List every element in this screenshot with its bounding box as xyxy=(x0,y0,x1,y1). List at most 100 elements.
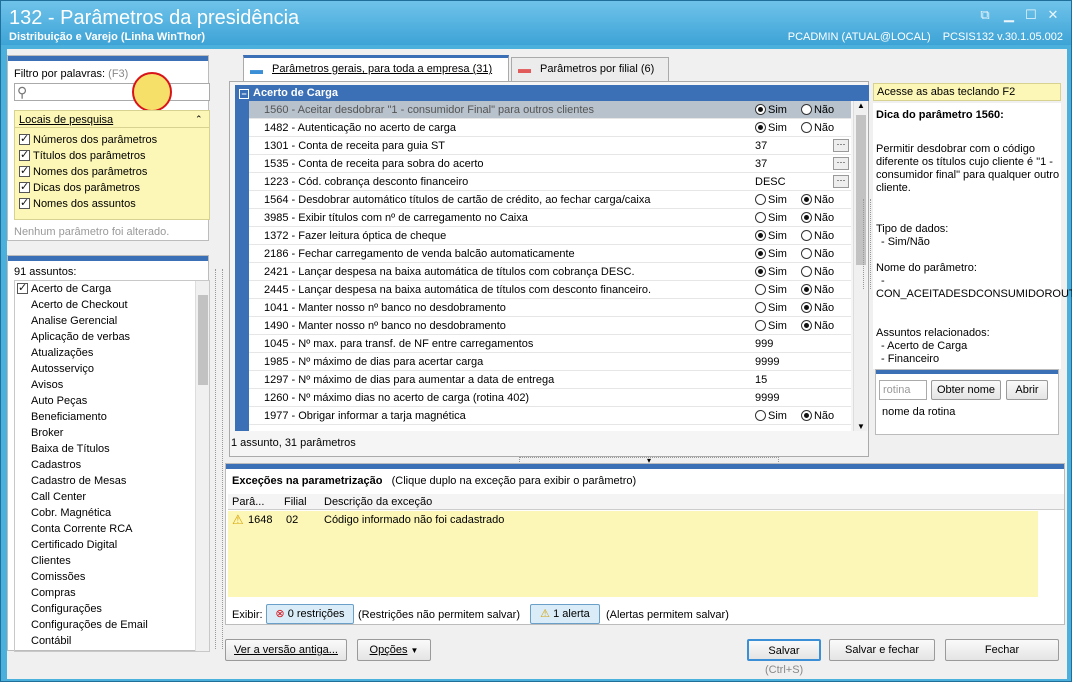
tab-parametros-filial[interactable]: ▬ Parâmetros por filial (6) xyxy=(511,57,669,81)
subject-item[interactable]: Configurações de Email xyxy=(17,619,148,631)
help-icon[interactable]: ⧉ xyxy=(975,7,995,23)
param-row[interactable]: 1560 - Aceitar desdobrar "1 - consumidor… xyxy=(249,101,851,119)
subject-item[interactable]: Auto Peças xyxy=(17,395,87,407)
ellipsis-button[interactable]: ··· xyxy=(833,139,849,152)
radio-nao[interactable] xyxy=(800,122,812,133)
close-button[interactable]: Fechar xyxy=(945,639,1059,661)
help-splitter[interactable] xyxy=(863,199,871,289)
rotina-input[interactable]: rotina xyxy=(879,380,927,400)
radio-sim[interactable] xyxy=(755,410,766,421)
collapse-group-icon[interactable]: − xyxy=(239,89,249,99)
subject-item[interactable]: Avisos xyxy=(17,379,63,391)
radio-nao[interactable] xyxy=(800,212,812,223)
radio-nao[interactable] xyxy=(800,284,812,295)
param-row[interactable]: 2186 - Fechar carregamento de venda balc… xyxy=(249,245,851,263)
radio-sim[interactable] xyxy=(755,248,766,259)
param-row[interactable]: 1041 - Manter nosso nº banco no desdobra… xyxy=(249,299,851,317)
param-row[interactable]: 1297 - Nº máximo de dias para aumentar a… xyxy=(249,371,851,389)
subject-item[interactable]: Acerto de Checkout xyxy=(17,299,128,311)
radio-nao[interactable] xyxy=(800,266,812,277)
param-row[interactable]: 1482 - Autenticação no acerto de carga Si… xyxy=(249,119,851,137)
subject-item[interactable]: Atualizações xyxy=(17,347,93,359)
subject-item[interactable]: Conta Corrente RCA xyxy=(17,523,133,535)
radio-nao[interactable] xyxy=(800,104,812,115)
subject-item[interactable]: Configurações xyxy=(17,603,102,615)
scroll-down-icon[interactable]: ▼ xyxy=(857,422,865,431)
subject-item[interactable]: Beneficiamento xyxy=(17,411,107,423)
subject-item[interactable]: Acerto de Carga xyxy=(17,281,111,295)
radio-sim[interactable] xyxy=(755,302,766,313)
collapse-icon[interactable]: ⌃ xyxy=(195,114,203,125)
param-row[interactable]: 2421 - Lançar despesa na baixa automátic… xyxy=(249,263,851,281)
subject-item[interactable]: Compras xyxy=(17,587,76,599)
scroll-up-icon[interactable]: ▲ xyxy=(857,101,865,110)
radio-sim[interactable] xyxy=(755,212,766,223)
param-row[interactable]: 1301 - Conta de receita para guia ST 37 ··… xyxy=(249,137,851,155)
param-row[interactable]: 1490 - Manter nosso nº banco no desdobra… xyxy=(249,317,851,335)
radio-sim[interactable] xyxy=(755,230,766,241)
param-value[interactable]: DESC xyxy=(755,173,786,191)
col-filial[interactable]: Filial xyxy=(284,496,307,508)
subject-item[interactable]: Autosserviço xyxy=(17,363,94,375)
option-dicas[interactable]: Dicas dos parâmetros xyxy=(19,180,140,194)
param-radio-group[interactable]: Sim Não xyxy=(755,227,834,245)
radio-sim[interactable] xyxy=(755,194,766,205)
col-param[interactable]: Parâ... xyxy=(232,496,264,508)
save-button[interactable]: Salvar xyxy=(747,639,821,661)
tab-parametros-gerais[interactable]: ▬ Parâmetros gerais, para toda a empresa… xyxy=(243,55,509,81)
param-value[interactable]: 999 xyxy=(755,335,773,353)
subject-item[interactable]: Cadastro de Mesas xyxy=(17,475,126,487)
param-radio-group[interactable]: Sim Não xyxy=(755,101,834,119)
param-radio-group[interactable]: Sim Não xyxy=(755,191,834,209)
param-radio-group[interactable]: Sim Não xyxy=(755,209,834,227)
radio-nao[interactable] xyxy=(800,302,812,313)
subjects-scrollbar[interactable] xyxy=(195,281,209,651)
ellipsis-button[interactable]: ··· xyxy=(833,175,849,188)
radio-nao[interactable] xyxy=(800,410,812,421)
param-radio-group[interactable]: Sim Não xyxy=(755,263,834,281)
param-value[interactable]: 37 xyxy=(755,155,767,173)
param-radio-group[interactable]: Sim Não xyxy=(755,281,834,299)
option-assuntos[interactable]: Nomes dos assuntos xyxy=(19,196,136,210)
option-titulos[interactable]: Títulos dos parâmetros xyxy=(19,148,146,162)
col-description[interactable]: Descrição da exceção xyxy=(324,496,432,508)
subject-item[interactable]: Call Center xyxy=(17,491,86,503)
exception-row[interactable]: ⚠ 1648 02 Código informado não foi cadas… xyxy=(228,511,1038,529)
subject-item[interactable]: Baixa de Títulos xyxy=(17,443,110,455)
filter-input[interactable]: ⚲ xyxy=(14,83,210,101)
option-numeros[interactable]: Números dos parâmetros xyxy=(19,132,157,146)
param-radio-group[interactable]: Sim Não xyxy=(755,407,834,425)
param-row[interactable]: 1260 - Nº máximo dias no acerto de carga… xyxy=(249,389,851,407)
close-icon[interactable]: ✕ xyxy=(1043,7,1063,23)
restricoes-button[interactable]: ⊗ 0 restrições xyxy=(266,604,354,624)
maximize-icon[interactable]: ☐ xyxy=(1021,7,1041,23)
save-close-button[interactable]: Salvar e fechar xyxy=(829,639,935,661)
param-row[interactable]: 1535 - Conta de receita para sobra do ac… xyxy=(249,155,851,173)
radio-sim[interactable] xyxy=(755,284,766,295)
minimize-icon[interactable]: ▁ xyxy=(999,7,1019,23)
old-version-button[interactable]: Ver a versão antiga... xyxy=(225,639,347,661)
param-radio-group[interactable]: Sim Não xyxy=(755,317,834,335)
subject-item[interactable]: Contábil xyxy=(17,635,71,647)
param-row[interactable]: 1372 - Fazer leitura óptica de cheque Sim… xyxy=(249,227,851,245)
param-radio-group[interactable]: Sim Não xyxy=(755,299,834,317)
subject-item[interactable]: Cobr. Magnética xyxy=(17,507,111,519)
subject-item[interactable]: Cadastros xyxy=(17,459,81,471)
subject-item[interactable]: Comissões xyxy=(17,571,85,583)
options-button[interactable]: Opções ▼ xyxy=(357,639,431,661)
radio-sim[interactable] xyxy=(755,122,766,133)
option-nomes[interactable]: Nomes dos parâmetros xyxy=(19,164,147,178)
radio-nao[interactable] xyxy=(800,194,812,205)
param-row[interactable]: 1977 - Obrigar informar a tarja magnétic… xyxy=(249,407,851,425)
group-header[interactable]: − Acerto de Carga xyxy=(235,85,869,101)
subject-item[interactable]: Aplicação de verbas xyxy=(17,331,130,343)
subject-item[interactable]: Clientes xyxy=(17,555,71,567)
radio-sim[interactable] xyxy=(755,266,766,277)
subject-item[interactable]: Certificado Digital xyxy=(17,539,117,551)
subject-checkbox[interactable] xyxy=(17,281,28,294)
param-value[interactable]: 9999 xyxy=(755,389,779,407)
subject-item[interactable]: Analise Gerencial xyxy=(17,315,117,327)
alertas-button[interactable]: ⚠ 1 alerta xyxy=(530,604,600,624)
param-radio-group[interactable]: Sim Não xyxy=(755,119,834,137)
radio-nao[interactable] xyxy=(800,230,812,241)
